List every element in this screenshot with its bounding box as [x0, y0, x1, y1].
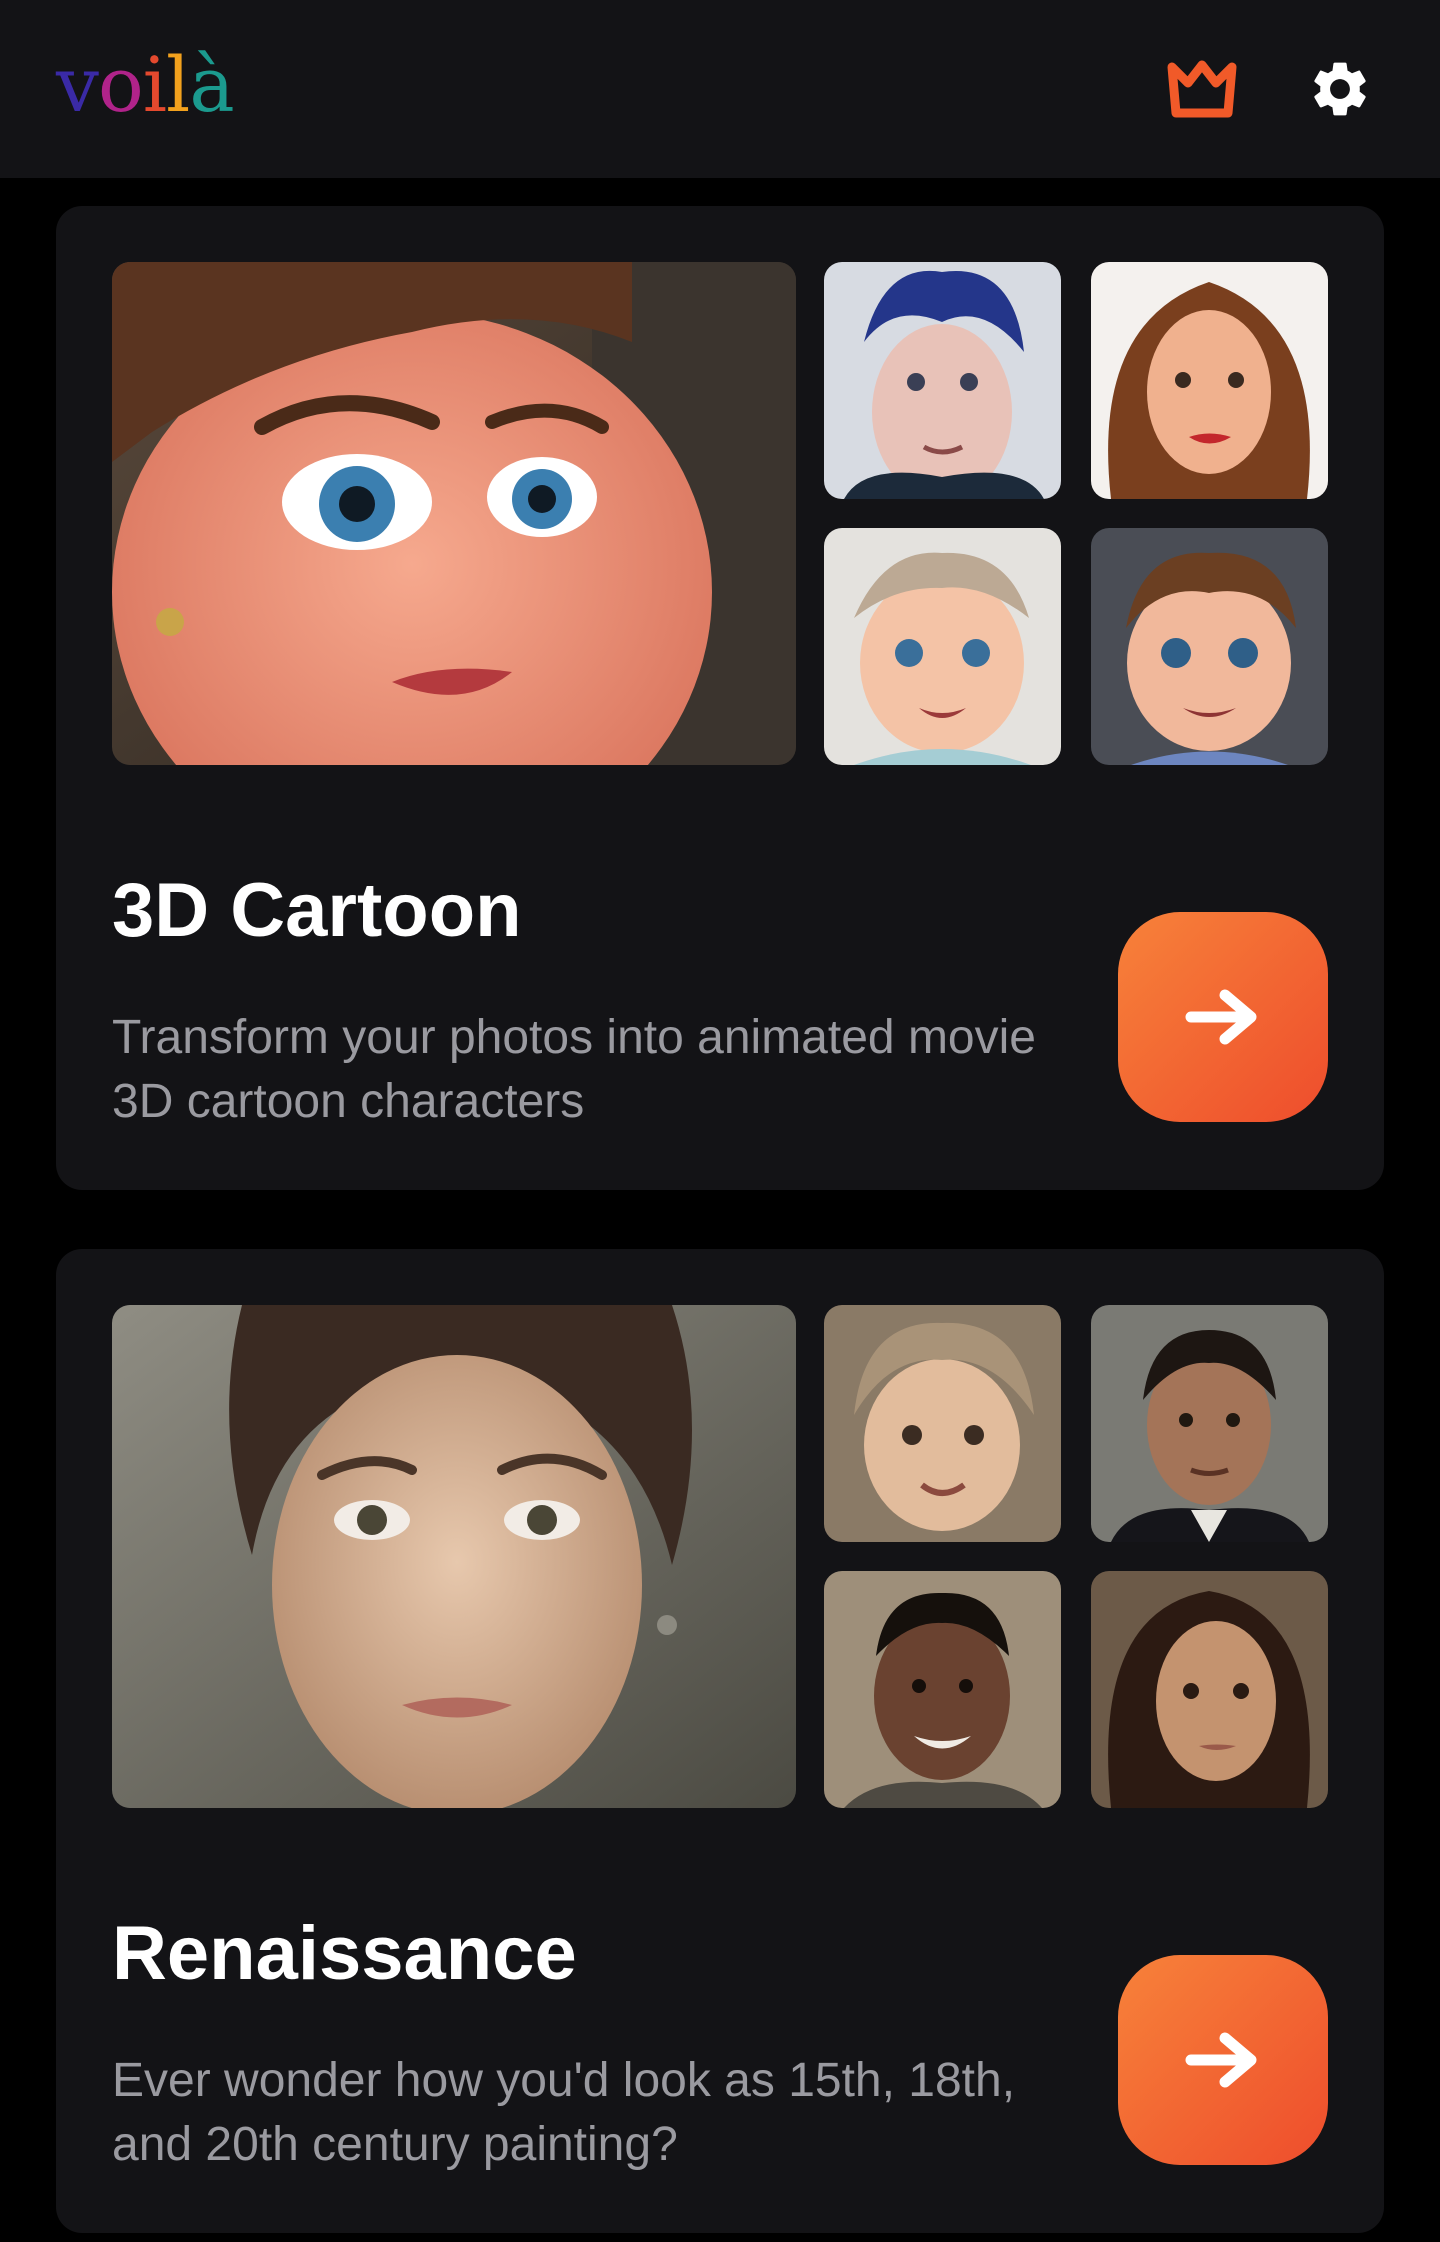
cartoon-hero-image: [112, 262, 796, 765]
open-3d-cartoon-button[interactable]: [1118, 912, 1328, 1122]
cartoon-thumb-boy: [1091, 528, 1328, 765]
card-description: Transform your photos into animated movi…: [112, 1011, 1036, 1128]
cartoon-thumb-woman: [1091, 262, 1328, 499]
app-header: voilà: [0, 0, 1440, 178]
logo-letter: i: [142, 40, 167, 129]
crown-icon: [1167, 60, 1237, 118]
renaissance-thumb-smiling-man: [824, 1571, 1061, 1808]
renaissance-thumb-woman-curls: [1091, 1571, 1328, 1808]
cartoon-thumb-baby: [824, 528, 1061, 765]
card-title: Renaissance: [112, 1911, 577, 1996]
renaissance-thumb-child: [824, 1305, 1061, 1542]
arrow-right-icon: [1185, 989, 1257, 1045]
card-description: Ever wonder how you'd look as 15th, 18th…: [112, 2054, 1016, 2171]
premium-button[interactable]: [1157, 44, 1247, 134]
open-renaissance-button[interactable]: [1118, 1955, 1328, 2165]
logo-letter: o: [97, 40, 144, 129]
logo-letter: v: [56, 40, 99, 129]
arrow-right-icon: [1185, 2032, 1257, 2088]
renaissance-hero-image: [112, 1305, 796, 1808]
logo-letter: l: [166, 40, 190, 129]
logo-letter: à: [189, 40, 234, 129]
settings-button[interactable]: [1295, 44, 1385, 134]
style-card-renaissance[interactable]: Renaissance Ever wonder how you'd look a…: [56, 1249, 1384, 2233]
card-title: 3D Cartoon: [112, 868, 522, 953]
style-card-3d-cartoon[interactable]: 3D Cartoon Transform your photos into an…: [56, 206, 1384, 1190]
renaissance-thumb-man-suit: [1091, 1305, 1328, 1542]
cartoon-thumb-man-blue-hair: [824, 262, 1061, 499]
voila-logo: voilà: [56, 40, 235, 130]
gear-icon: [1314, 62, 1366, 116]
